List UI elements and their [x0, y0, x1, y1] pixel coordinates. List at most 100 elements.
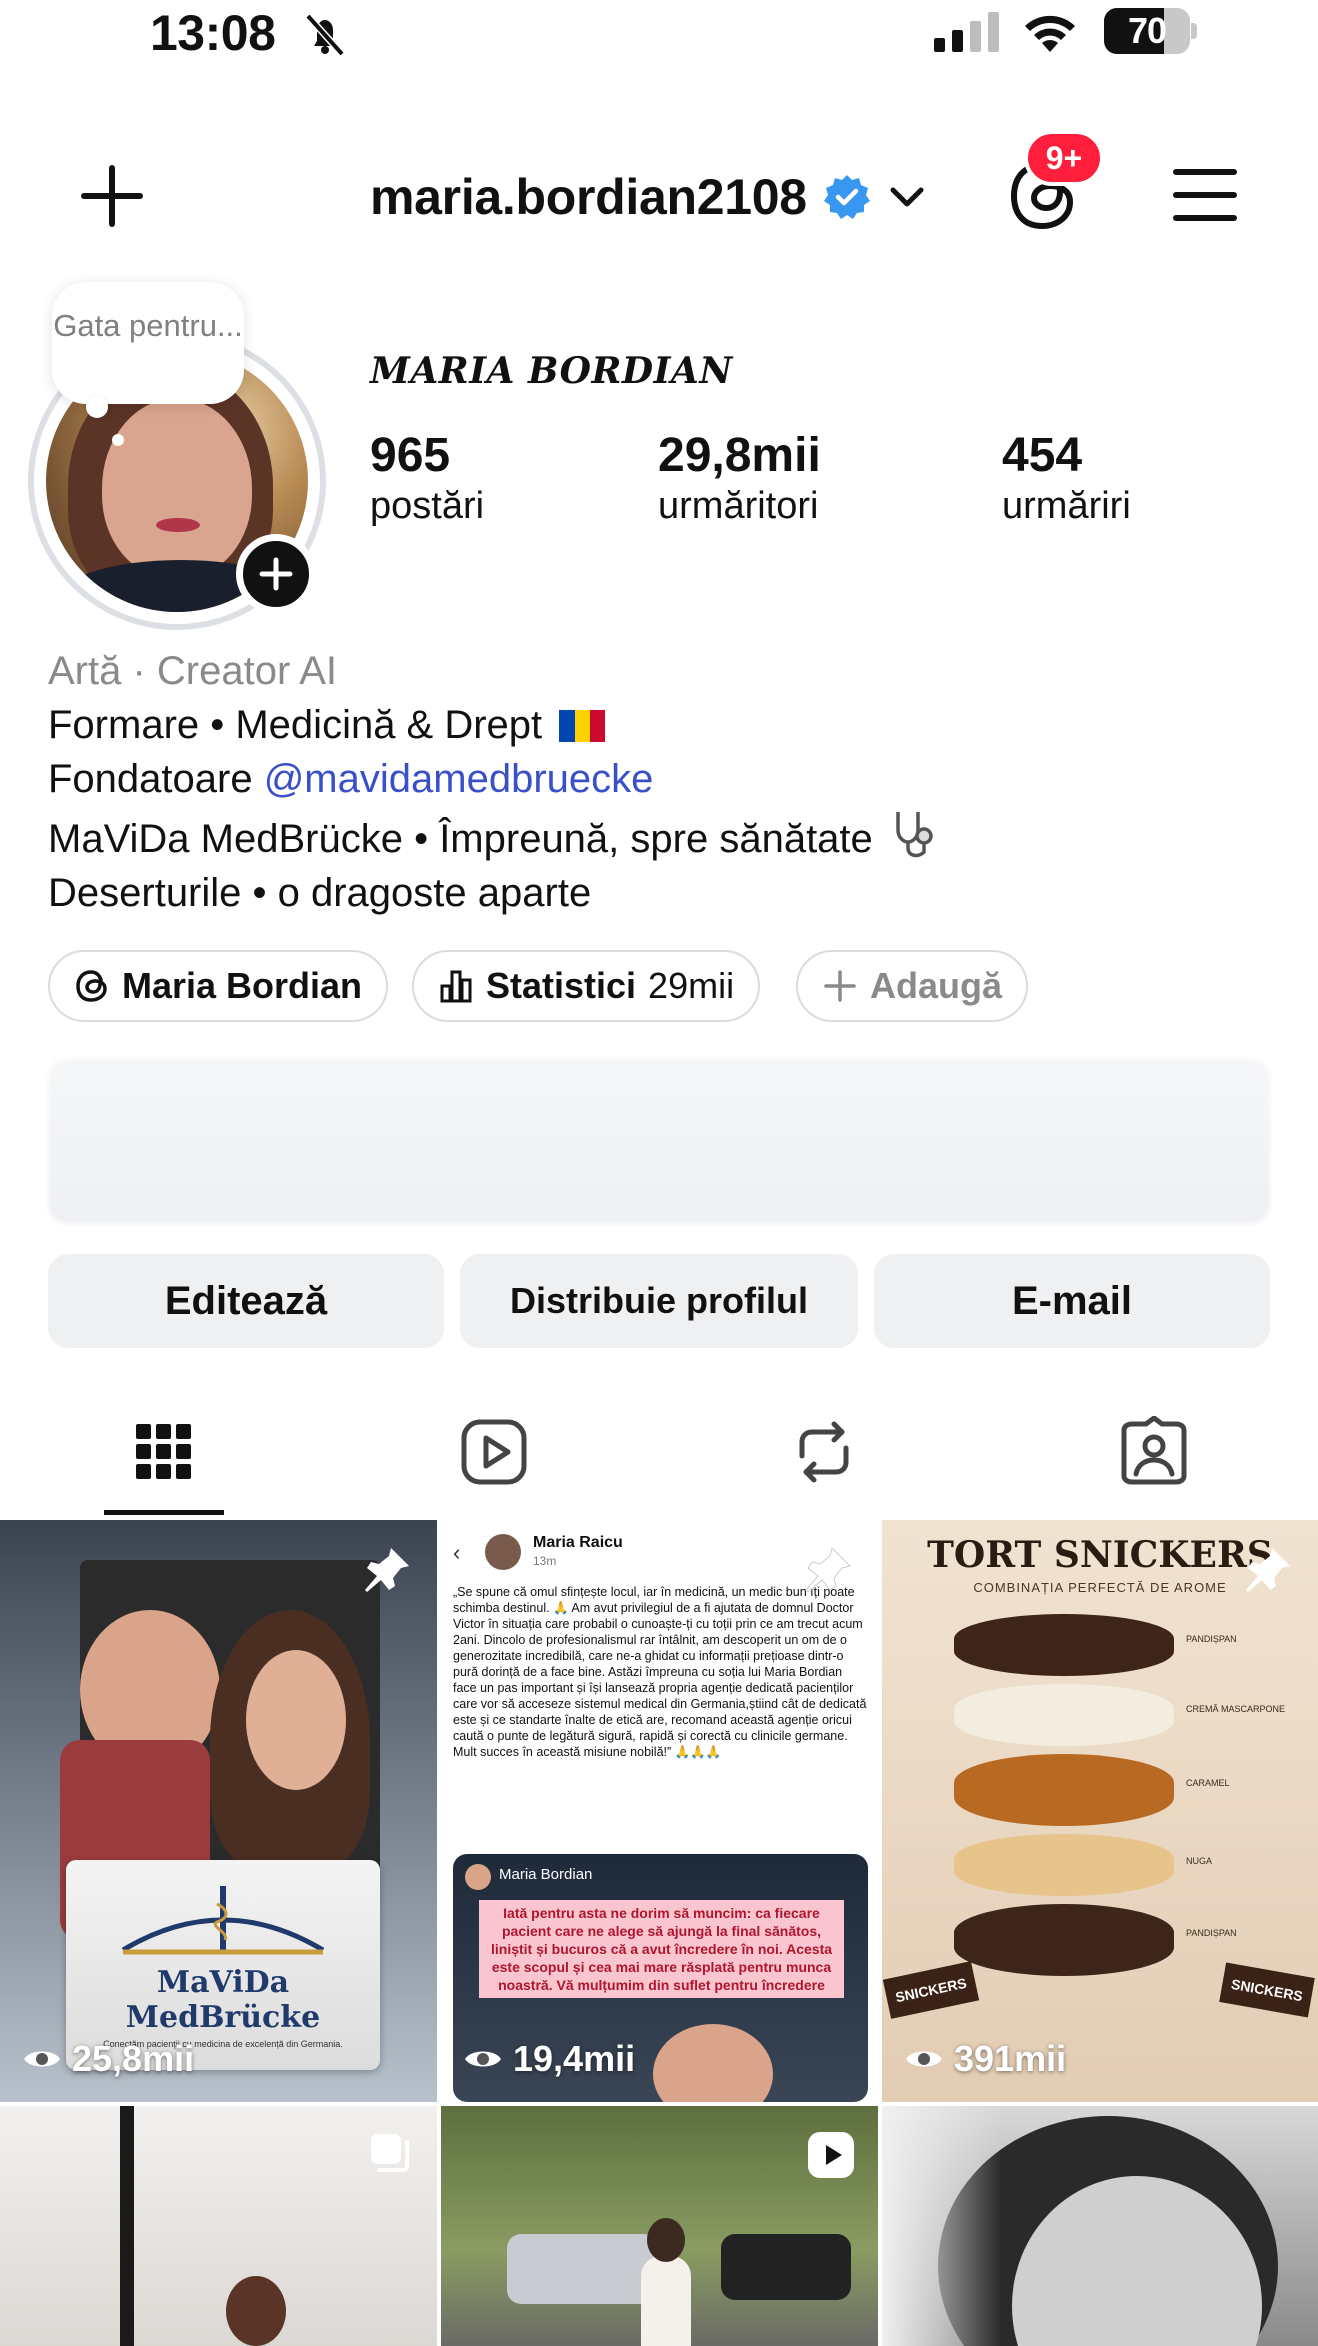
- layer-label: CREMĂ MASCARPONE: [1186, 1704, 1286, 1714]
- stat-followers-label: urmăritori: [658, 485, 819, 527]
- layer-cream: [954, 1684, 1174, 1746]
- layer-nougat: [954, 1834, 1174, 1896]
- mirror-frame-image: [120, 2106, 134, 2346]
- reply-avatar: [465, 1864, 491, 1890]
- layer-caramel: [954, 1754, 1174, 1826]
- statistics-label: Statistici: [486, 965, 637, 1006]
- view-count: 25,8mii: [22, 2038, 194, 2080]
- layer-label: CARAMEL: [1186, 1778, 1230, 1788]
- grid-post[interactable]: TORT SNICKERS COMBINAȚIA PERFECTĂ DE ARO…: [882, 1520, 1318, 2102]
- reel-icon: [808, 2132, 854, 2178]
- view-count-text: 391mii: [954, 2038, 1067, 2079]
- carousel-icon: [371, 2134, 409, 2172]
- reply-face-image: [653, 2024, 773, 2102]
- email-button[interactable]: E-mail: [874, 1254, 1270, 1348]
- snickers-bar-image: SNICKERS: [1219, 1962, 1315, 2018]
- stat-following[interactable]: 454 urmăriri: [1002, 428, 1131, 528]
- grid-post[interactable]: [882, 2106, 1318, 2346]
- create-plus-icon[interactable]: [80, 164, 144, 228]
- stat-following-label: urmăriri: [1002, 485, 1131, 527]
- reply-text: Iată pentru asta ne dorim să muncim: ca …: [479, 1900, 844, 1998]
- username: maria.bordian2108: [370, 169, 807, 225]
- stat-posts-label: postări: [370, 485, 485, 527]
- person-head-image: [226, 2276, 286, 2346]
- battery-level: 70: [1127, 10, 1167, 51]
- status-time: 13:08: [150, 5, 276, 61]
- bio-line-2-text: Fondatoare: [48, 757, 264, 801]
- threads-profile-pill[interactable]: Maria Bordian: [48, 950, 389, 1022]
- notification-badge: 9+: [1024, 130, 1104, 186]
- view-count-text: 25,8mii: [72, 2038, 195, 2079]
- edit-profile-button[interactable]: Editează: [48, 1254, 444, 1348]
- bio-line-3-text: MaViDa MedBrücke • Împreună, spre sănăta…: [48, 817, 873, 861]
- reply-author: Maria Bordian: [499, 1866, 593, 1883]
- signal-icon: [934, 12, 999, 52]
- bio-line-1: Formare • Medicină & Drept: [48, 698, 1278, 752]
- view-count-text: 19,4mii: [513, 2038, 636, 2079]
- grid-post[interactable]: [0, 2106, 437, 2346]
- bio: Artă · Creator AI Formare • Medicină & D…: [48, 644, 1278, 920]
- share-profile-button[interactable]: Distribuie profilul: [460, 1254, 858, 1348]
- note-bubble-tail-dot: [112, 434, 124, 446]
- eye-icon: [465, 2051, 501, 2067]
- bio-line-1-text: Formare • Medicină & Drept: [48, 703, 543, 747]
- pin-icon: [1246, 1548, 1290, 1592]
- chevron-down-icon: [890, 187, 924, 207]
- note-bubble-tail: [86, 396, 108, 418]
- plus-icon: [824, 970, 856, 1002]
- add-pill[interactable]: Adaugă: [796, 950, 1029, 1022]
- stethoscope-icon: [896, 812, 933, 858]
- woman-face-overlay: [246, 1650, 346, 1790]
- grid-post[interactable]: ‹ Maria Raicu 13m „Se spune că omul sfin…: [441, 1520, 878, 2102]
- layer-label: PANDIȘPAN: [1186, 1928, 1237, 1938]
- layer-sponge-bottom: [954, 1904, 1174, 1976]
- stat-followers[interactable]: 29,8mii urmăritori: [658, 428, 821, 528]
- car-image: [507, 2234, 657, 2304]
- note-bubble[interactable]: Gata pentru...: [52, 282, 244, 404]
- bio-line-3: MaViDa MedBrücke • Împreună, spre sănăta…: [48, 806, 1278, 866]
- active-tab-indicator: [104, 1510, 224, 1515]
- statistics-pill[interactable]: Statistici 29mii: [412, 950, 761, 1022]
- reposts-icon[interactable]: [788, 1416, 860, 1488]
- stat-posts[interactable]: 965 postări: [370, 428, 484, 528]
- wifi-icon: [1025, 15, 1075, 52]
- logo-text: MaViDa MedBrücke: [125, 1965, 321, 2035]
- view-count: 19,4mii: [463, 2038, 635, 2080]
- person-head-image: [647, 2218, 685, 2262]
- threads-pill-label: Maria Bordian: [122, 965, 363, 1006]
- moldova-flag-icon: [559, 702, 606, 742]
- statistics-value: 29mii: [648, 965, 735, 1006]
- display-name: MARIA BORDIAN: [370, 350, 733, 392]
- stat-followers-count: 29,8mii: [658, 429, 821, 482]
- bow-image: [882, 2106, 1002, 2346]
- post-meta: 13m: [533, 1554, 557, 1568]
- profile-category: Artă · Creator AI: [48, 649, 337, 693]
- professional-dashboard[interactable]: [48, 1058, 1270, 1224]
- car-image: [721, 2234, 851, 2300]
- bio-line-2: Fondatoare @mavidamedbruecke: [48, 752, 1278, 806]
- bio-mention-link[interactable]: @mavidamedbruecke: [264, 757, 654, 801]
- back-chevron-icon: ‹: [453, 1540, 461, 1565]
- reels-icon[interactable]: [458, 1416, 530, 1488]
- bridge-logo-icon: [121, 1886, 325, 1955]
- tagged-icon[interactable]: [1118, 1416, 1190, 1488]
- author-name: Maria Raicu: [533, 1534, 623, 1551]
- layer-sponge-top: [954, 1614, 1174, 1676]
- pin-icon: [365, 1548, 409, 1592]
- pin-icon: [805, 1547, 851, 1593]
- grid-icon[interactable]: [128, 1416, 200, 1488]
- add-pill-label: Adaugă: [870, 965, 1003, 1006]
- stat-posts-count: 965: [370, 429, 451, 482]
- layer-label: NUGA: [1186, 1856, 1213, 1866]
- add-story-button[interactable]: [236, 534, 316, 614]
- bar-chart-icon: [440, 970, 472, 1003]
- menu-icon[interactable]: [1172, 166, 1238, 224]
- eye-icon: [24, 2051, 60, 2067]
- grid-post[interactable]: [441, 2106, 878, 2346]
- eye-icon: [906, 2051, 942, 2067]
- battery-icon: 70: [1104, 8, 1197, 54]
- grid-post[interactable]: MaViDa MedBrücke Conectăm pacienții cu m…: [0, 1520, 437, 2102]
- layer-label: PANDIȘPAN: [1186, 1634, 1237, 1644]
- account-switcher[interactable]: maria.bordian2108: [370, 162, 927, 232]
- view-count: 391mii: [904, 2038, 1066, 2080]
